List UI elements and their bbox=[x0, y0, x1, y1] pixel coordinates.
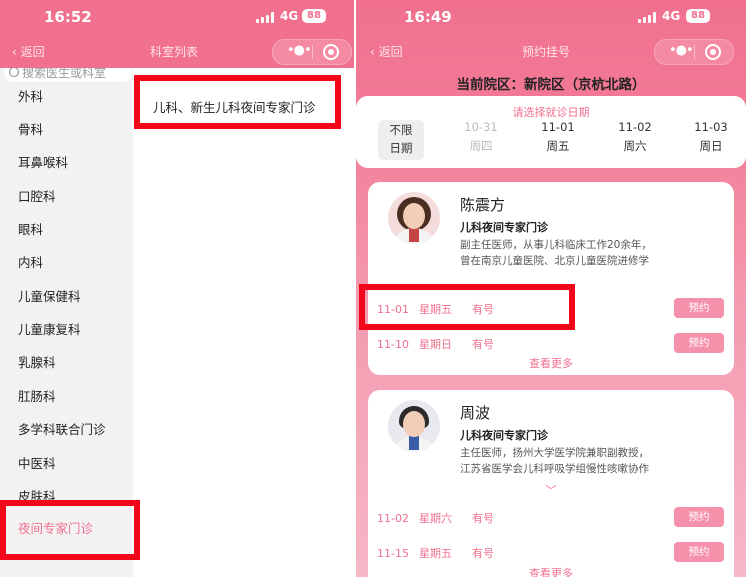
date-value: 11-02 bbox=[618, 120, 652, 134]
slot-status: 有号 bbox=[471, 512, 494, 525]
status-time: 16:49 bbox=[404, 8, 452, 26]
date-weekday: 周六 bbox=[623, 139, 647, 153]
signal-bars-icon bbox=[256, 12, 276, 23]
slot-weekday: 星期日 bbox=[418, 338, 452, 351]
department-item[interactable]: 骨科 bbox=[18, 119, 43, 138]
back-button[interactable]: ‹ 返回 bbox=[12, 43, 45, 60]
search-icon bbox=[9, 68, 19, 77]
search-placeholder: 搜索医生或科室 bbox=[22, 68, 107, 80]
date-value: 11-01 bbox=[541, 120, 575, 134]
doctor-department: 儿科夜间专家门诊 bbox=[460, 429, 548, 442]
capsule-divider bbox=[694, 45, 695, 59]
page-title: 预约挂号 bbox=[522, 45, 571, 59]
date-hint: 请选择就诊日期 bbox=[512, 106, 590, 119]
nav-bar: ‹ 返回 科室列表 •●• bbox=[0, 34, 354, 68]
status-bar: 16:49 4G 88 bbox=[356, 0, 746, 34]
book-button[interactable]: 预约 bbox=[674, 298, 724, 318]
view-more-link[interactable]: 查看更多 bbox=[368, 565, 734, 577]
department-item[interactable]: 多学科联合门诊 bbox=[18, 419, 106, 438]
date-option-any[interactable]: 不限 日期 bbox=[378, 120, 424, 160]
highlight-box bbox=[359, 284, 575, 330]
status-bar: 16:52 4G 88 bbox=[0, 0, 354, 34]
department-item[interactable]: 儿童保健科 bbox=[18, 286, 81, 305]
chevron-left-icon: ‹ bbox=[12, 45, 21, 59]
schedule-slot: 11-02 星期六 有号 bbox=[377, 510, 494, 526]
department-item[interactable]: 儿童康复科 bbox=[18, 319, 81, 338]
more-dots-icon[interactable]: •●• bbox=[669, 44, 694, 58]
book-button[interactable]: 预约 bbox=[674, 333, 724, 353]
highlight-box bbox=[0, 500, 140, 560]
date-weekday: 日期 bbox=[389, 141, 413, 155]
slot-weekday: 星期五 bbox=[418, 547, 452, 560]
department-item[interactable]: 眼科 bbox=[18, 219, 43, 238]
back-label: 返回 bbox=[378, 45, 403, 59]
capsule-divider bbox=[312, 45, 313, 59]
doctor-department: 儿科夜间专家门诊 bbox=[460, 221, 548, 234]
mini-program-capsule: •●• bbox=[272, 39, 352, 65]
view-more-link[interactable]: 查看更多 bbox=[368, 355, 734, 371]
date-value: 不限 bbox=[389, 123, 413, 137]
department-item[interactable]: 耳鼻喉科 bbox=[18, 152, 68, 171]
slot-weekday: 星期六 bbox=[418, 512, 452, 525]
date-weekday: 周四 bbox=[469, 139, 493, 153]
date-value: 10-31 bbox=[464, 120, 498, 134]
doctor-intro-line: 曾在南京儿童医院、北京儿童医院进修学 bbox=[460, 255, 649, 267]
status-time: 16:52 bbox=[44, 8, 92, 26]
schedule-slot: 11-10 星期日 有号 bbox=[377, 336, 494, 352]
department-content: 儿科、新生儿科夜间专家门诊 bbox=[133, 68, 354, 577]
back-label: 返回 bbox=[20, 45, 45, 59]
search-input[interactable]: 搜索医生或科室 bbox=[4, 68, 132, 82]
department-item[interactable]: 内科 bbox=[18, 252, 43, 271]
department-list-screen: 16:52 4G 88 ‹ 返回 科室列表 •●• 搜索医生或科室 外科 骨科 … bbox=[0, 0, 354, 577]
network-label: 4G bbox=[662, 9, 681, 23]
back-button[interactable]: ‹ 返回 bbox=[370, 43, 403, 60]
record-circle-icon[interactable] bbox=[705, 44, 721, 60]
date-option[interactable]: 11-01 周五 bbox=[535, 120, 581, 160]
doctor-card[interactable]: 陈震方 儿科夜间专家门诊 副主任医师，从事儿科临床工作20余年， 曾在南京儿童医… bbox=[368, 182, 734, 375]
highlight-box bbox=[134, 75, 341, 129]
appointment-screen: 16:49 4G 88 ‹ 返回 预约挂号 •●• 当前院区：新院区（京杭北路）… bbox=[356, 0, 746, 577]
department-item[interactable]: 中医科 bbox=[18, 453, 56, 472]
date-value: 11-03 bbox=[694, 120, 728, 134]
doctor-name: 陈震方 bbox=[460, 196, 506, 214]
chevron-down-icon[interactable]: ﹀ bbox=[368, 482, 734, 498]
doctor-avatar bbox=[388, 192, 440, 244]
doctor-intro-line: 副主任医师，从事儿科临床工作20余年， bbox=[460, 239, 652, 251]
doctor-card[interactable]: 周波 儿科夜间专家门诊 主任医师，扬州大学医学院兼职副教授， 江苏省医学会儿科呼… bbox=[368, 390, 734, 577]
date-weekday: 周五 bbox=[546, 139, 570, 153]
slot-date: 11-10 bbox=[377, 338, 409, 351]
nav-bar: ‹ 返回 预约挂号 •●• bbox=[356, 34, 746, 68]
date-option[interactable]: 10-31 周四 bbox=[458, 120, 504, 160]
department-item[interactable]: 肛肠科 bbox=[18, 386, 56, 405]
department-item[interactable]: 口腔科 bbox=[18, 186, 56, 205]
current-campus[interactable]: 当前院区：新院区（京杭北路） bbox=[356, 73, 746, 93]
battery-indicator: 88 bbox=[302, 9, 326, 23]
department-item[interactable]: 外科 bbox=[18, 86, 43, 105]
date-option[interactable]: 11-02 周六 bbox=[612, 120, 658, 160]
battery-indicator: 88 bbox=[686, 9, 710, 23]
date-selector: 请选择就诊日期 不限 日期 10-31 周四 11-01 周五 11-02 周六… bbox=[356, 96, 746, 168]
doctor-intro-line: 江苏省医学会儿科呼吸学组慢性咳嗽协作 bbox=[460, 463, 649, 475]
slot-date: 11-02 bbox=[377, 512, 409, 525]
record-circle-icon[interactable] bbox=[323, 44, 339, 60]
date-weekday: 周日 bbox=[699, 139, 723, 153]
network-label: 4G bbox=[280, 9, 299, 23]
doctor-name: 周波 bbox=[460, 404, 491, 422]
chevron-left-icon: ‹ bbox=[370, 45, 379, 59]
doctor-intro-line: 主任医师，扬州大学医学院兼职副教授， bbox=[460, 447, 649, 459]
schedule-slot: 11-15 星期五 有号 bbox=[377, 545, 494, 561]
date-option[interactable]: 11-03 周日 bbox=[688, 120, 734, 160]
slot-status: 有号 bbox=[471, 547, 494, 560]
doctor-avatar bbox=[388, 400, 440, 452]
more-dots-icon[interactable]: •●• bbox=[287, 44, 312, 58]
mini-program-capsule: •●• bbox=[654, 39, 734, 65]
department-item[interactable]: 乳腺科 bbox=[18, 352, 56, 371]
book-button[interactable]: 预约 bbox=[674, 507, 724, 527]
page-title: 科室列表 bbox=[150, 45, 199, 59]
slot-status: 有号 bbox=[471, 338, 494, 351]
slot-date: 11-15 bbox=[377, 547, 409, 560]
book-button[interactable]: 预约 bbox=[674, 542, 724, 562]
signal-bars-icon bbox=[638, 12, 658, 23]
